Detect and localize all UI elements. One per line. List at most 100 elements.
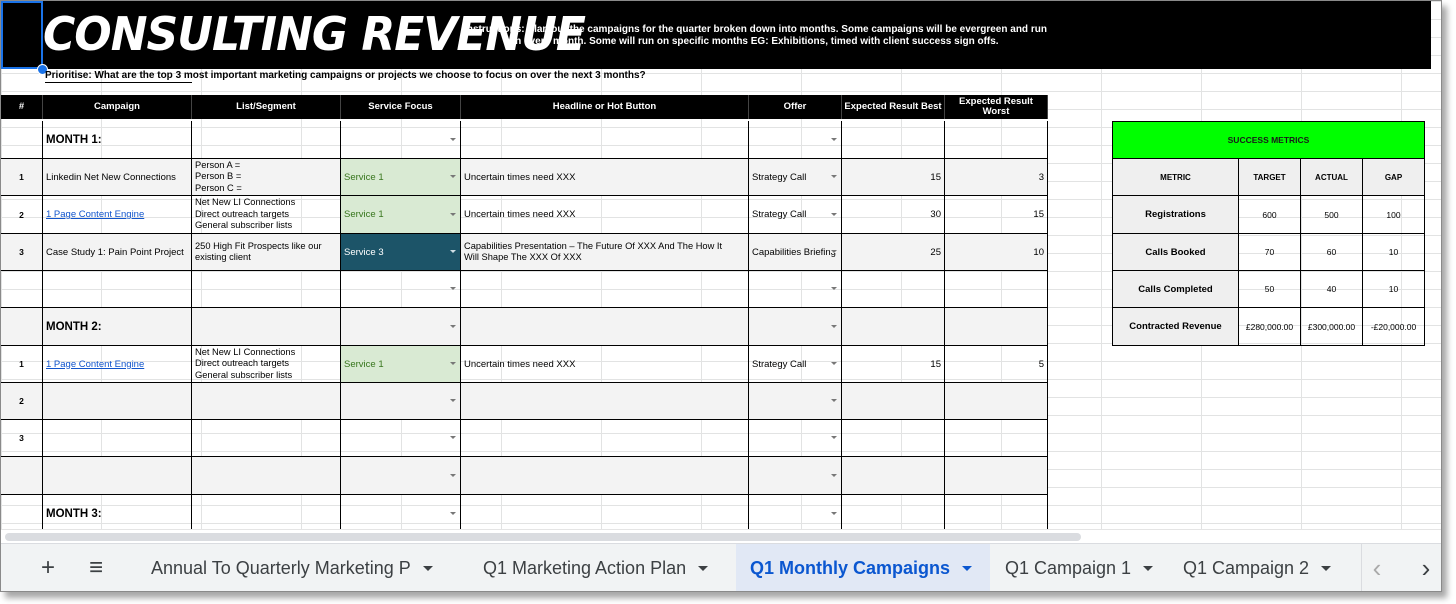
horizontal-scrollbar[interactable] — [1, 529, 1441, 544]
metric-target[interactable]: 600 — [1239, 196, 1301, 234]
service-dropdown[interactable]: Service 1 — [341, 159, 461, 196]
offer-dropdown[interactable]: Strategy Call — [749, 346, 842, 383]
worst-cell[interactable] — [945, 495, 1048, 529]
tab-q1-campaign-1[interactable]: Q1 Campaign 1 — [1005, 544, 1154, 591]
worst-cell[interactable] — [945, 420, 1048, 457]
worst-cell[interactable] — [945, 383, 1048, 420]
service-dropdown[interactable] — [341, 495, 461, 529]
offer-dropdown[interactable] — [749, 420, 842, 457]
tab-q1-campaign-2[interactable]: Q1 Campaign 2 — [1183, 544, 1332, 591]
metric-gap[interactable]: 10 — [1363, 234, 1425, 271]
offer-dropdown[interactable] — [749, 383, 842, 420]
best-cell[interactable] — [842, 271, 945, 308]
segment-cell[interactable] — [192, 271, 341, 308]
worst-cell[interactable]: 3 — [945, 159, 1048, 196]
metric-gap[interactable]: 10 — [1363, 271, 1425, 308]
headline-cell[interactable] — [461, 383, 749, 420]
service-dropdown[interactable]: Service 1 — [341, 196, 461, 234]
campaign-cell[interactable]: 1 Page Content Engine — [43, 196, 192, 234]
headline-cell[interactable]: Uncertain times need XXX — [461, 159, 749, 196]
offer-dropdown[interactable] — [749, 457, 842, 495]
num-cell[interactable] — [1, 457, 43, 495]
campaign-cell[interactable] — [43, 457, 192, 495]
segment-cell[interactable]: 250 High Fit Prospects like our existing… — [192, 234, 341, 271]
segment-cell[interactable]: Net New LI Connections Direct outreach t… — [192, 346, 341, 383]
selected-cell-outline[interactable] — [1, 1, 43, 69]
campaign-cell[interactable] — [43, 271, 192, 308]
headline-cell[interactable] — [461, 495, 749, 529]
all-sheets-menu-icon[interactable]: ≡ — [81, 544, 111, 591]
offer-dropdown[interactable] — [749, 495, 842, 529]
best-cell[interactable]: 15 — [842, 346, 945, 383]
campaign-link[interactable]: 1 Page Content Engine — [46, 359, 144, 370]
service-dropdown[interactable] — [341, 271, 461, 308]
headline-cell[interactable]: Uncertain times need XXX — [461, 346, 749, 383]
segment-cell[interactable] — [192, 121, 341, 159]
offer-dropdown[interactable]: Strategy Call — [749, 196, 842, 234]
campaign-link[interactable]: 1 Page Content Engine — [46, 209, 144, 220]
service-dropdown[interactable] — [341, 420, 461, 457]
campaign-cell[interactable]: Case Study 1: Pain Point Project — [43, 234, 192, 271]
worst-cell[interactable]: 15 — [945, 196, 1048, 234]
worst-cell[interactable]: 10 — [945, 234, 1048, 271]
best-cell[interactable] — [842, 420, 945, 457]
best-cell[interactable] — [842, 308, 945, 346]
segment-cell[interactable] — [192, 308, 341, 346]
worst-cell[interactable]: 5 — [945, 346, 1048, 383]
offer-dropdown[interactable]: Capabilities Briefing — [749, 234, 842, 271]
service-dropdown[interactable]: Service 1 — [341, 346, 461, 383]
best-cell[interactable] — [842, 495, 945, 529]
num-cell[interactable] — [1, 271, 43, 308]
headline-cell[interactable]: Uncertain times need XXX — [461, 196, 749, 234]
headline-cell[interactable] — [461, 121, 749, 159]
metric-gap[interactable]: 100 — [1363, 196, 1425, 234]
segment-cell[interactable]: Net New LI Connections Direct outreach t… — [192, 196, 341, 234]
metric-target[interactable]: 50 — [1239, 271, 1301, 308]
service-dropdown[interactable] — [341, 457, 461, 495]
segment-cell[interactable] — [192, 383, 341, 420]
tab-annual-to-quarterly[interactable]: Annual To Quarterly Marketing P — [151, 544, 433, 591]
worst-cell[interactable] — [945, 457, 1048, 495]
sheet-grid[interactable]: CONSULTING REVENUE Instructions: Plan ou… — [1, 1, 1441, 529]
best-cell[interactable] — [842, 121, 945, 159]
metric-actual[interactable]: 500 — [1301, 196, 1363, 234]
scrollbar-thumb[interactable] — [5, 533, 1081, 541]
offer-dropdown[interactable] — [749, 121, 842, 159]
scroll-tabs-right-icon[interactable]: › — [1411, 544, 1441, 591]
segment-cell[interactable] — [192, 420, 341, 457]
campaign-cell[interactable]: Linkedin Net New Connections — [43, 159, 192, 196]
best-cell[interactable]: 15 — [842, 159, 945, 196]
segment-cell[interactable]: Person A = Person B = Person C = — [192, 159, 341, 196]
num-cell[interactable] — [1, 308, 43, 346]
service-dropdown[interactable]: Service 3 — [341, 234, 461, 271]
worst-cell[interactable] — [945, 271, 1048, 308]
offer-dropdown[interactable]: Strategy Call — [749, 159, 842, 196]
offer-dropdown[interactable] — [749, 271, 842, 308]
metric-gap[interactable]: -£20,000.00 — [1363, 308, 1425, 346]
segment-cell[interactable] — [192, 495, 341, 529]
service-dropdown[interactable] — [341, 308, 461, 346]
campaign-cell[interactable]: 1 Page Content Engine — [43, 346, 192, 383]
headline-cell[interactable] — [461, 457, 749, 495]
campaign-cell[interactable] — [43, 383, 192, 420]
best-cell[interactable] — [842, 383, 945, 420]
tab-q1-monthly-campaigns[interactable]: Q1 Monthly Campaigns — [736, 544, 990, 591]
tab-q1-marketing-action-plan[interactable]: Q1 Marketing Action Plan — [483, 544, 709, 591]
worst-cell[interactable] — [945, 121, 1048, 159]
num-cell[interactable] — [1, 495, 43, 529]
headline-cell[interactable] — [461, 420, 749, 457]
service-dropdown[interactable] — [341, 383, 461, 420]
campaign-cell[interactable] — [43, 420, 192, 457]
worst-cell[interactable] — [945, 308, 1048, 346]
best-cell[interactable] — [842, 457, 945, 495]
metric-actual[interactable]: 60 — [1301, 234, 1363, 271]
metric-target[interactable]: £280,000.00 — [1239, 308, 1301, 346]
offer-dropdown[interactable] — [749, 308, 842, 346]
metric-actual[interactable]: 40 — [1301, 271, 1363, 308]
headline-cell[interactable] — [461, 308, 749, 346]
best-cell[interactable]: 30 — [842, 196, 945, 234]
metric-target[interactable]: 70 — [1239, 234, 1301, 271]
num-cell[interactable] — [1, 121, 43, 159]
scroll-tabs-left-icon[interactable]: ‹ — [1361, 544, 1392, 591]
headline-cell[interactable]: Capabilities Presentation – The Future O… — [461, 234, 749, 271]
